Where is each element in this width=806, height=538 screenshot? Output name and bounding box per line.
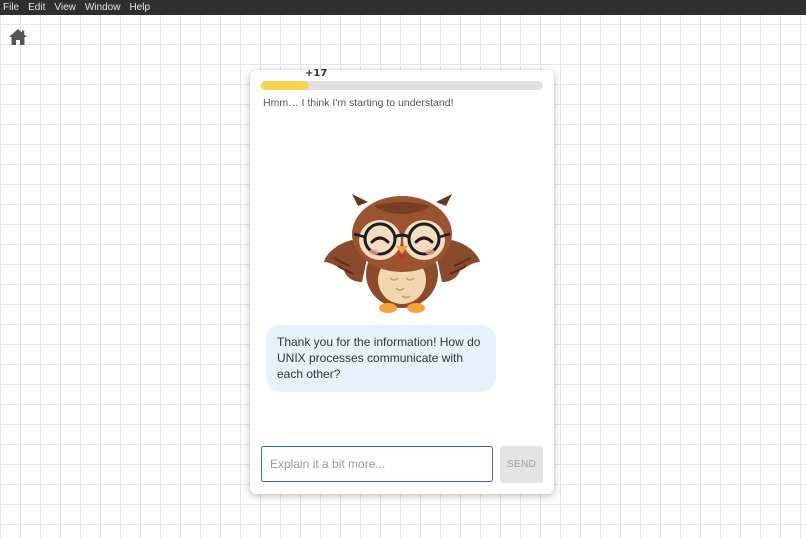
menu-edit[interactable]: Edit bbox=[28, 0, 45, 15]
xp-gain-label: +17 bbox=[305, 68, 328, 79]
answer-input[interactable] bbox=[261, 446, 493, 482]
chat-message-bubble: Thank you for the information! How do UN… bbox=[266, 325, 496, 392]
home-icon[interactable] bbox=[8, 27, 28, 47]
menu-file[interactable]: File bbox=[3, 0, 19, 15]
send-button[interactable]: SEND bbox=[500, 446, 543, 483]
chat-card: +17 Hmm… I think I'm starting to underst… bbox=[250, 68, 554, 494]
input-row: SEND bbox=[261, 446, 543, 483]
menu-bar: File Edit View Window Help bbox=[0, 0, 806, 15]
owl-icon bbox=[324, 192, 480, 316]
menu-view[interactable]: View bbox=[54, 0, 76, 15]
status-message: Hmm… I think I'm starting to understand! bbox=[263, 97, 454, 109]
menu-help[interactable]: Help bbox=[129, 0, 150, 15]
progress-bar bbox=[261, 81, 543, 90]
menu-window[interactable]: Window bbox=[85, 0, 121, 15]
progress-bar-fill bbox=[261, 81, 309, 90]
